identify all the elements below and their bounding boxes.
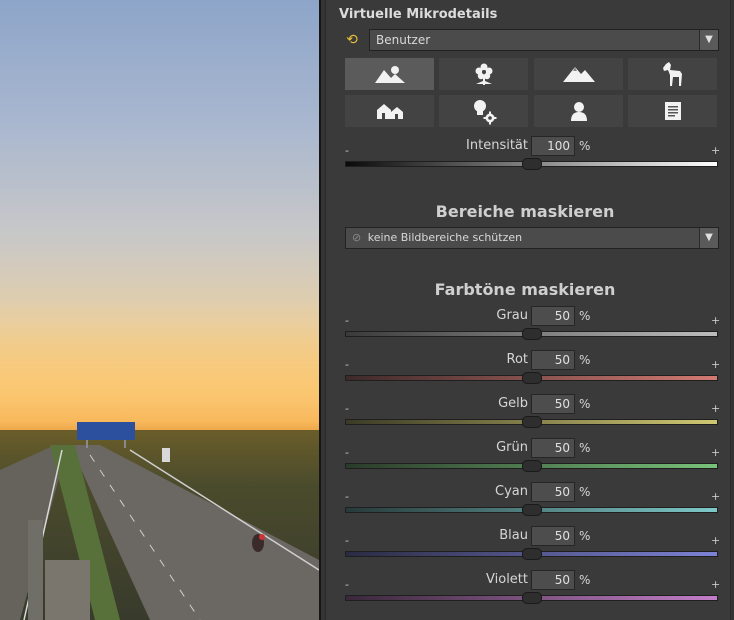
tone-value-gelb[interactable]: 50 <box>531 394 575 414</box>
preset-dropdown[interactable]: Benutzer ▼ <box>369 29 719 51</box>
tone-slider-handle-blau[interactable] <box>522 548 542 560</box>
tone-plus-grau: + <box>711 314 721 327</box>
tone-label-grau: Grau <box>496 308 528 323</box>
intensity-slider-handle[interactable] <box>522 158 542 170</box>
preset-mountain-button[interactable] <box>534 58 623 90</box>
tone-unit-violett: % <box>579 573 591 587</box>
tone-value-grn[interactable]: 50 <box>531 438 575 458</box>
mask-areas-dropdown[interactable]: ⊘ keine Bildbereiche schützen ▼ <box>345 227 719 249</box>
tone-value-grau[interactable]: 50 <box>531 306 575 326</box>
tone-minus-cyan: - <box>345 490 349 503</box>
tone-minus-grn: - <box>345 446 349 459</box>
chevron-down-icon[interactable]: ▼ <box>699 228 718 248</box>
preset-horse-button[interactable] <box>628 58 717 90</box>
mask-tones-title: Farbtöne maskieren <box>434 280 616 299</box>
chevron-down-icon[interactable]: ▼ <box>699 30 718 50</box>
preset-portrait-button[interactable] <box>534 95 623 127</box>
mountain-icon <box>562 67 595 82</box>
panel-body <box>325 0 731 620</box>
tone-minus-violett: - <box>345 578 349 591</box>
intensity-minus: - <box>345 144 349 157</box>
preset-flower-button[interactable] <box>439 58 528 90</box>
horse-icon <box>662 62 682 86</box>
preset-landscape-button[interactable] <box>345 58 434 90</box>
portrait-icon <box>570 102 587 121</box>
tone-unit-grau: % <box>579 309 591 323</box>
highway-scene <box>0 422 319 620</box>
no-entry-icon: ⊘ <box>352 231 362 244</box>
tone-value-cyan[interactable]: 50 <box>531 482 575 502</box>
tone-plus-rot: + <box>711 358 721 371</box>
tone-plus-blau: + <box>711 534 721 547</box>
document-icon <box>664 102 681 120</box>
landscape-icon <box>374 66 405 83</box>
tone-plus-gelb: + <box>711 402 721 415</box>
tone-unit-rot: % <box>579 353 591 367</box>
houses-icon <box>376 104 403 119</box>
preset-bulb-gear-button[interactable] <box>439 95 528 127</box>
tone-plus-cyan: + <box>711 490 721 503</box>
tone-slider-handle-grn[interactable] <box>522 460 542 472</box>
preset-value: Benutzer <box>376 33 431 47</box>
intensity-unit: % <box>579 139 591 153</box>
tone-label-blau: Blau <box>499 528 528 543</box>
tone-label-violett: Violett <box>486 572 528 587</box>
tone-label-gelb: Gelb <box>498 396 528 411</box>
mask-areas-title: Bereiche maskieren <box>435 202 615 221</box>
bulb-gear-icon <box>473 100 496 125</box>
tone-unit-cyan: % <box>579 485 591 499</box>
tone-label-rot: Rot <box>506 352 529 367</box>
refresh-icon[interactable]: ⟲ <box>344 32 360 48</box>
tone-minus-rot: - <box>345 358 349 371</box>
tone-value-rot[interactable]: 50 <box>531 350 575 370</box>
photo-preview <box>0 0 319 620</box>
tone-minus-blau: - <box>345 534 349 547</box>
tone-unit-gelb: % <box>579 397 591 411</box>
mask-areas-value: keine Bildbereiche schützen <box>367 231 523 244</box>
tone-unit-blau: % <box>579 529 591 543</box>
intensity-value[interactable]: 100 <box>531 136 575 156</box>
panel-title: Virtuelle Mikrodetails <box>339 7 498 22</box>
tone-slider-handle-violett[interactable] <box>522 592 542 604</box>
tone-slider-handle-gelb[interactable] <box>522 416 542 428</box>
tone-minus-gelb: - <box>345 402 349 415</box>
tone-slider-handle-rot[interactable] <box>522 372 542 384</box>
tone-minus-grau: - <box>345 314 349 327</box>
tone-slider-handle-cyan[interactable] <box>522 504 542 516</box>
tone-label-grn: Grün <box>496 440 528 455</box>
tone-plus-grn: + <box>711 446 721 459</box>
intensity-plus: + <box>711 144 721 157</box>
preset-document-button[interactable] <box>628 95 717 127</box>
tone-label-cyan: Cyan <box>495 484 528 499</box>
tone-unit-grn: % <box>579 441 591 455</box>
tone-slider-handle-grau[interactable] <box>522 328 542 340</box>
preset-houses-button[interactable] <box>345 95 434 127</box>
intensity-label: Intensität <box>466 138 528 153</box>
tone-value-blau[interactable]: 50 <box>531 526 575 546</box>
flower-icon <box>475 63 492 85</box>
tone-plus-violett: + <box>711 578 721 591</box>
tone-value-violett[interactable]: 50 <box>531 570 575 590</box>
